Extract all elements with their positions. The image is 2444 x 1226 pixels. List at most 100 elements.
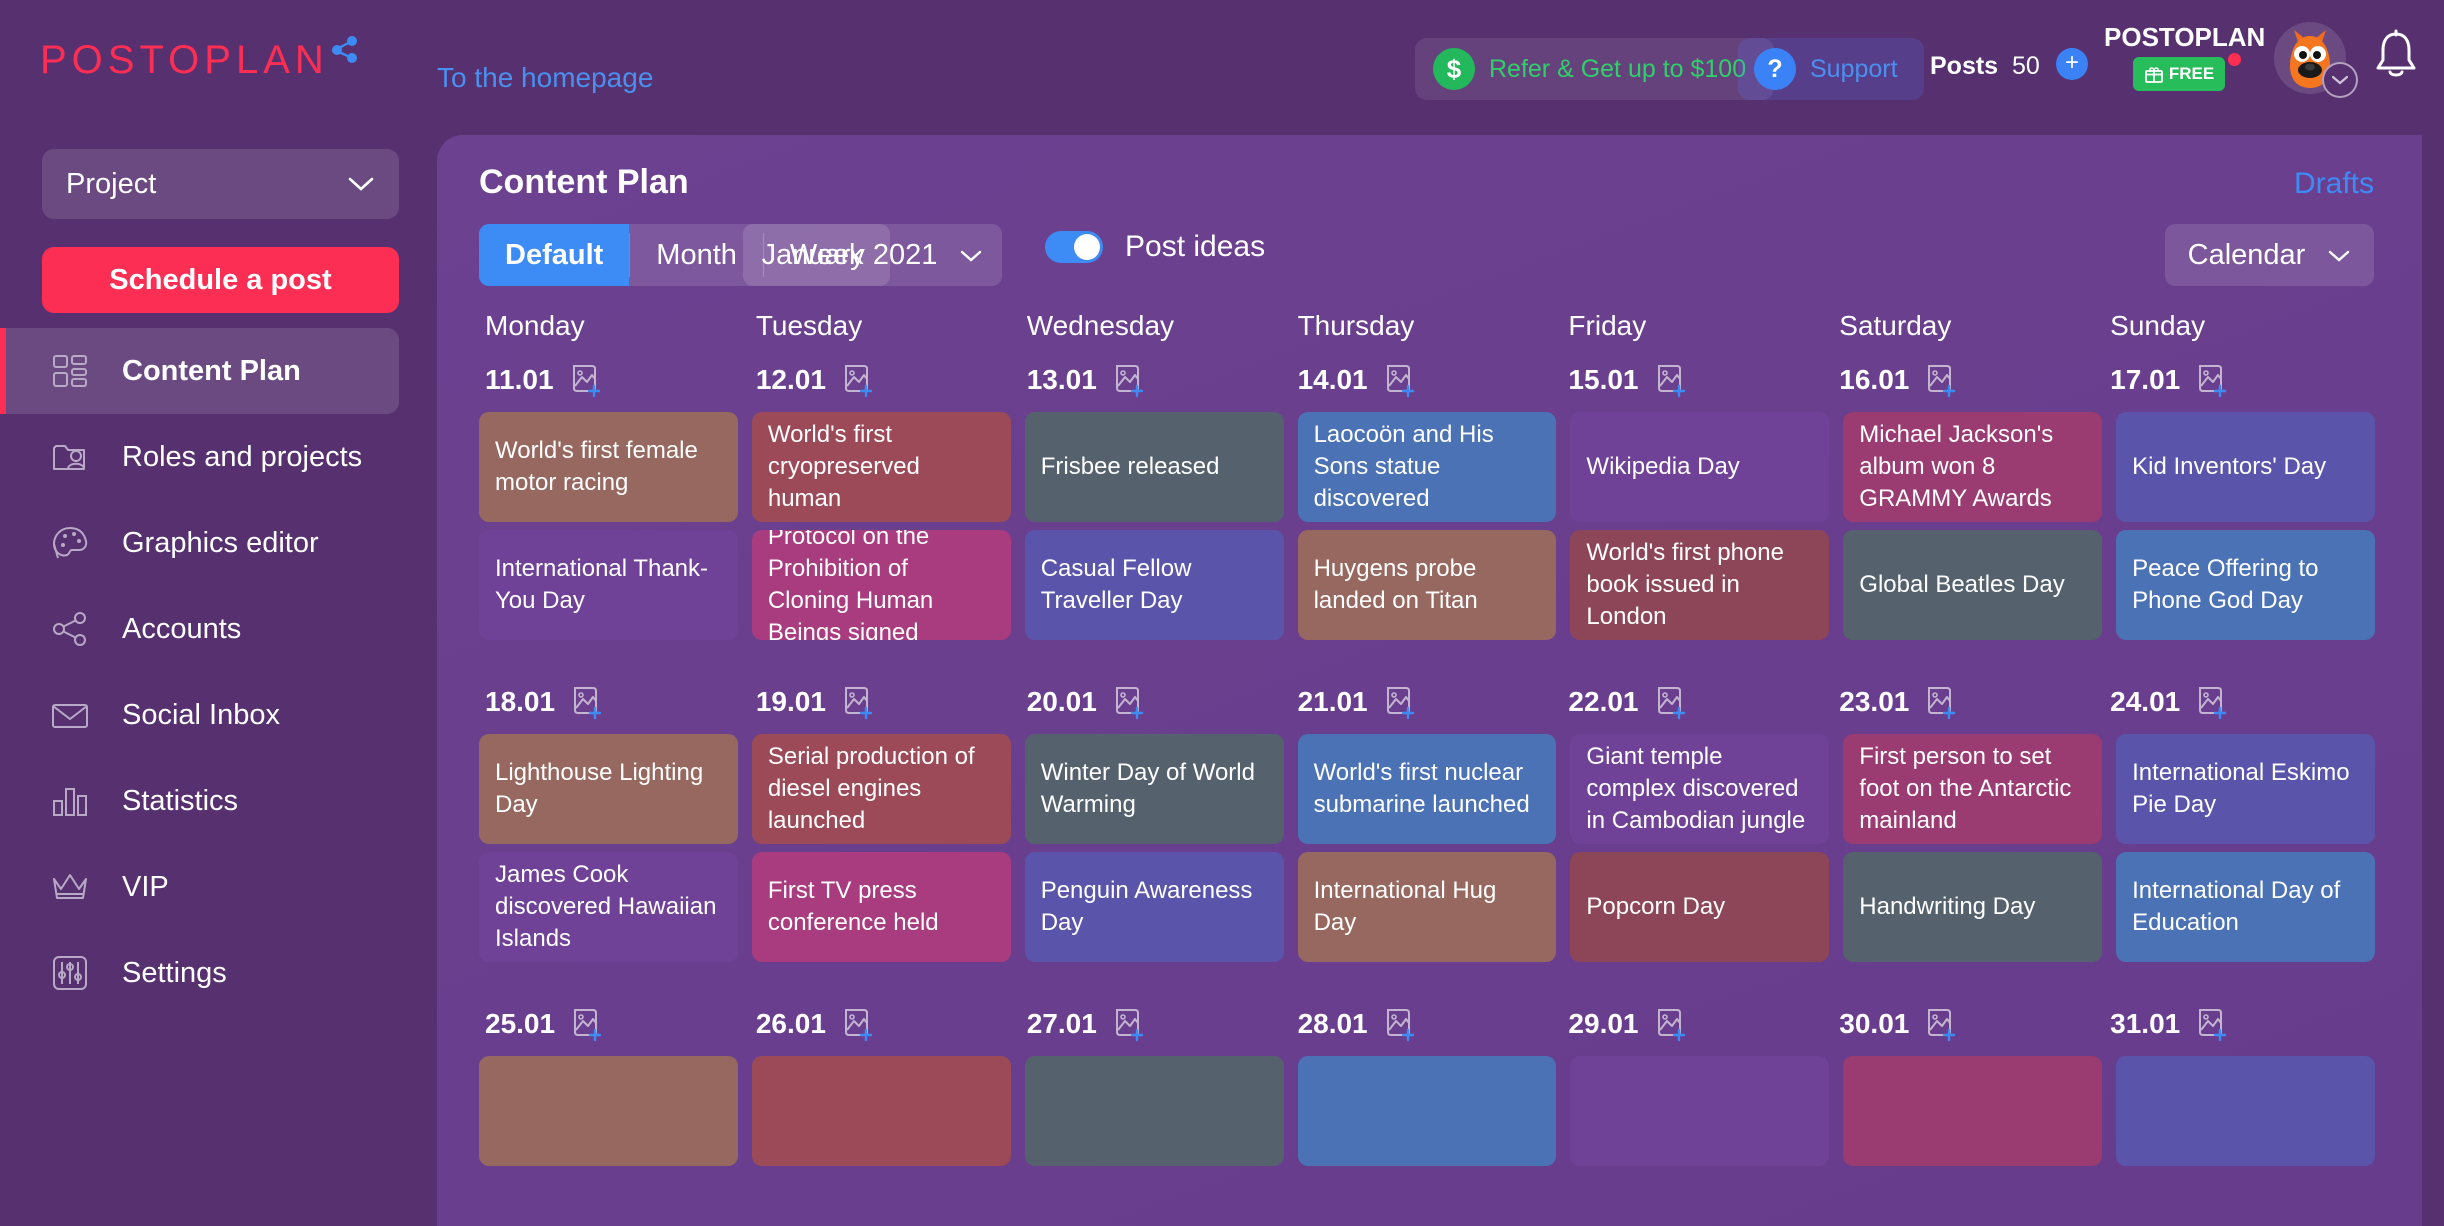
content-panel: Content Plan Drafts Default Month Week Jan… [437, 135, 2422, 1226]
post-ideas-toggle-group: Post ideas [1045, 230, 1265, 264]
post-idea-card[interactable]: Handwriting Day [1843, 852, 2103, 962]
weekday-wednesday: Wednesday [1026, 310, 1175, 341]
post-idea-card[interactable]: International Thank-You Day [479, 530, 738, 640]
post-idea-card[interactable]: First TV press conference held [751, 852, 1011, 962]
post-idea-row: Lighthouse Lighting Day Serial production… [479, 734, 2375, 844]
image-add-icon[interactable] [571, 684, 603, 720]
post-idea-card[interactable]: International Eskimo Pie Day [2116, 734, 2375, 844]
image-add-icon[interactable] [1655, 362, 1687, 398]
support-button[interactable]: ? Support [1738, 38, 1924, 100]
date-cell: 18.01 [479, 684, 750, 720]
post-idea-card[interactable] [2116, 1056, 2375, 1166]
image-add-icon[interactable] [1113, 1006, 1145, 1042]
post-idea-card[interactable]: Wikipedia Day [1570, 412, 1830, 522]
post-idea-card[interactable]: Winter Day of World Warming [1024, 734, 1284, 844]
image-add-icon[interactable] [2196, 1006, 2228, 1042]
post-idea-card[interactable]: Michael Jackson's album won 8 GRAMMY Awa… [1843, 412, 2103, 522]
post-idea-card[interactable]: International Day of Education [2116, 852, 2375, 962]
image-add-icon[interactable] [1384, 684, 1416, 720]
post-idea-card[interactable]: Frisbee released [1024, 412, 1284, 522]
post-idea-card[interactable]: Kid Inventors' Day [2116, 412, 2375, 522]
image-add-icon[interactable] [2196, 362, 2228, 398]
post-idea-card[interactable]: World's first phone book issued in Londo… [1570, 530, 1830, 640]
post-idea-card[interactable] [1843, 1056, 2103, 1166]
image-add-icon[interactable] [1384, 362, 1416, 398]
date-number: 31.01 [2110, 1008, 2181, 1039]
image-add-icon[interactable] [1113, 684, 1145, 720]
post-idea-card[interactable]: Peace Offering to Phone God Day [2116, 530, 2375, 640]
date-cell: 28.01 [1292, 1006, 1563, 1042]
plus-icon[interactable]: + [2056, 48, 2088, 80]
image-add-icon[interactable] [842, 1006, 874, 1042]
post-idea-card[interactable] [1024, 1056, 1284, 1166]
image-add-icon[interactable] [570, 362, 602, 398]
post-idea-card[interactable]: James Cook discovered Hawaiian Islands [479, 852, 738, 962]
sidebar-item-vip[interactable]: VIP [0, 844, 437, 930]
plan-block[interactable]: POSTOPLAN FREE [2104, 22, 2265, 91]
project-select[interactable]: Project [42, 149, 399, 219]
image-add-icon[interactable] [1655, 684, 1687, 720]
calendar-select-value: Calendar [2187, 238, 2306, 271]
image-add-icon[interactable] [1655, 1006, 1687, 1042]
image-add-icon[interactable] [1113, 362, 1145, 398]
question-icon: ? [1754, 48, 1796, 90]
post-idea-card[interactable] [1570, 1056, 1830, 1166]
sidebar-item-roles-and-projects[interactable]: Roles and projects [0, 414, 437, 500]
post-idea-card[interactable]: Global Beatles Day [1843, 530, 2103, 640]
date-number: 14.01 [1297, 364, 1368, 395]
image-add-icon[interactable] [1925, 1006, 1957, 1042]
date-cell: 24.01 [2104, 684, 2375, 720]
image-add-icon[interactable] [1384, 1006, 1416, 1042]
date-number: 12.01 [755, 364, 826, 395]
post-idea-card[interactable]: International Hug Day [1297, 852, 1557, 962]
sidebar-item-label: Social Inbox [122, 698, 280, 731]
post-idea-card[interactable] [751, 1056, 1011, 1166]
post-idea-card[interactable]: Protocol on the Prohibition of Cloning H… [751, 530, 1011, 640]
post-idea-card[interactable]: Laocoön and His Sons statue discovered [1297, 412, 1557, 522]
sidebar-item-settings[interactable]: Settings [0, 930, 437, 1016]
post-idea-card[interactable]: Penguin Awareness Day [1024, 852, 1284, 962]
sidebar-item-accounts[interactable]: Accounts [0, 586, 437, 672]
sidebar-item-statistics[interactable]: Statistics [0, 758, 437, 844]
chevron-down-icon[interactable] [2322, 62, 2358, 98]
post-idea-card[interactable]: Casual Fellow Traveller Day [1024, 530, 1284, 640]
post-idea-card[interactable] [479, 1056, 738, 1166]
month-select[interactable]: January 2021 [743, 224, 1002, 286]
date-cell: 15.01 [1562, 362, 1833, 398]
image-add-icon[interactable] [571, 1006, 603, 1042]
post-idea-row: James Cook discovered Hawaiian Islands Fi… [479, 852, 2375, 962]
post-idea-card[interactable]: Lighthouse Lighting Day [479, 734, 738, 844]
date-number: 24.01 [2110, 686, 2181, 717]
tab-default[interactable]: Default [479, 224, 630, 286]
posts-count: 50 [2012, 52, 2040, 80]
post-idea-card[interactable]: First person to set foot on the Antarcti… [1843, 734, 2103, 844]
homepage-link[interactable]: To the homepage [437, 62, 653, 94]
image-add-icon[interactable] [1925, 362, 1957, 398]
chevron-down-icon [2327, 248, 2351, 263]
date-number: 20.01 [1026, 686, 1097, 717]
sidebar-item-content-plan[interactable]: Content Plan [0, 328, 399, 414]
image-add-icon[interactable] [2196, 684, 2228, 720]
post-idea-card[interactable]: Serial production of diesel engines laun… [751, 734, 1011, 844]
post-idea-card[interactable]: World's first nuclear submarine launched [1297, 734, 1557, 844]
image-add-icon[interactable] [842, 684, 874, 720]
post-idea-card[interactable] [1297, 1056, 1557, 1166]
app-logo[interactable]: POSTOPLAN [40, 36, 359, 80]
refer-button[interactable]: $ Refer & Get up to $100 [1415, 38, 1775, 100]
post-idea-card[interactable]: Giant temple complex discovered in Cambo… [1570, 734, 1830, 844]
post-idea-card[interactable]: World's first cryopreserved human [751, 412, 1011, 522]
post-idea-card[interactable]: Huygens probe landed on Titan [1297, 530, 1557, 640]
sidebar-item-graphics-editor[interactable]: Graphics editor [0, 500, 437, 586]
post-idea-card[interactable]: Popcorn Day [1570, 852, 1830, 962]
image-add-icon[interactable] [1925, 684, 1957, 720]
schedule-post-button[interactable]: Schedule a post [42, 247, 399, 313]
post-ideas-toggle[interactable] [1045, 231, 1103, 263]
sidebar-item-social-inbox[interactable]: Social Inbox [0, 672, 437, 758]
post-idea-card[interactable]: World's first female motor racing [479, 412, 738, 522]
calendar-select[interactable]: Calendar [2165, 224, 2374, 286]
drafts-link[interactable]: Drafts [2294, 167, 2374, 201]
date-cell: 23.01 [1833, 684, 2104, 720]
bell-icon[interactable] [2372, 28, 2420, 82]
image-add-icon[interactable] [842, 362, 874, 398]
avatar[interactable] [2274, 22, 2358, 98]
